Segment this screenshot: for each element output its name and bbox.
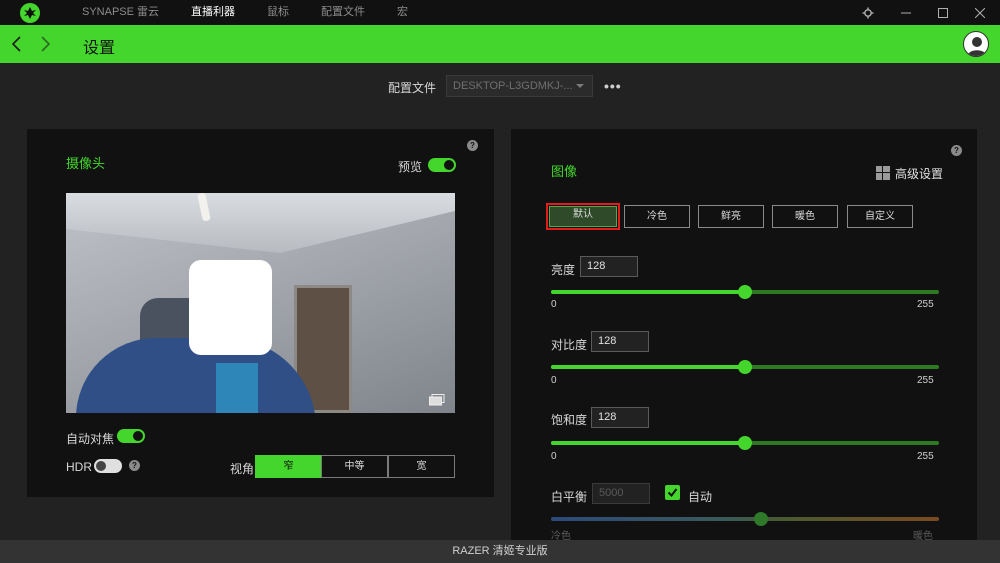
- nav-macros[interactable]: 宏: [397, 0, 408, 25]
- white-balance-label: 白平衡: [551, 490, 588, 504]
- gear-icon[interactable]: [855, 0, 881, 25]
- saturation-input[interactable]: 128: [591, 407, 649, 428]
- autofocus-label: 自动对焦: [66, 432, 115, 446]
- brightness-max: 255: [917, 299, 934, 310]
- preset-cool-button[interactable]: 冷色: [624, 205, 690, 228]
- preset-warm-button[interactable]: 暖色: [772, 205, 838, 228]
- nav-streaming[interactable]: 直播利器: [191, 0, 235, 25]
- profile-dropdown-value: DESKTOP-L3GDMKJ-...: [453, 80, 573, 92]
- slider-thumb: [754, 512, 768, 526]
- fov-narrow-button[interactable]: 窄: [255, 455, 322, 478]
- slider-thumb[interactable]: [738, 436, 752, 450]
- hdr-toggle[interactable]: [94, 459, 122, 473]
- razer-logo-icon[interactable]: [20, 3, 40, 23]
- checkmark-icon: [667, 488, 678, 498]
- contrast-min: 0: [551, 375, 557, 386]
- white-balance-auto-label: 自动: [688, 490, 713, 504]
- chevron-down-icon: [576, 84, 584, 88]
- title-bar: SYNAPSE 雷云 直播利器 鼠标 配置文件 宏: [0, 0, 1000, 25]
- fov-label: 视角: [230, 462, 255, 476]
- preset-vivid-button[interactable]: 鲜亮: [698, 205, 764, 228]
- advanced-settings-label: 高级设置: [895, 167, 944, 181]
- autofocus-toggle[interactable]: [117, 429, 145, 443]
- fov-wide-button[interactable]: 宽: [388, 455, 455, 478]
- preview-shirt: [216, 363, 258, 413]
- close-icon[interactable]: [967, 0, 993, 25]
- top-navigation: SYNAPSE 雷云 直播利器 鼠标 配置文件 宏: [82, 0, 440, 25]
- camera-preview: [66, 193, 455, 413]
- camera-help-icon[interactable]: ?: [467, 140, 478, 151]
- brightness-label: 亮度: [551, 263, 576, 277]
- nav-synapse[interactable]: SYNAPSE 雷云: [82, 0, 159, 25]
- windows-icon: [876, 166, 890, 180]
- preset-default-button[interactable]: 默认: [546, 203, 620, 230]
- hdr-label: HDR: [66, 460, 92, 474]
- preview-toggle[interactable]: [428, 158, 456, 172]
- saturation-label: 饱和度: [551, 413, 588, 427]
- nav-mouse[interactable]: 鼠标: [267, 0, 289, 25]
- contrast-slider[interactable]: [551, 360, 939, 374]
- image-title: 图像: [551, 164, 578, 179]
- white-balance-auto-checkbox[interactable]: [665, 485, 680, 500]
- nav-profiles[interactable]: 配置文件: [321, 0, 365, 25]
- user-avatar-icon[interactable]: [963, 31, 989, 57]
- saturation-min: 0: [551, 451, 557, 462]
- slider-track: [551, 517, 939, 521]
- camera-title: 摄像头: [66, 156, 106, 171]
- profile-label: 配置文件: [388, 81, 437, 95]
- fov-medium-button[interactable]: 中等: [321, 455, 388, 478]
- slider-thumb[interactable]: [738, 285, 752, 299]
- slider-thumb[interactable]: [738, 360, 752, 374]
- minimize-icon[interactable]: [893, 0, 919, 25]
- white-balance-slider: [551, 512, 939, 526]
- saturation-max: 255: [917, 451, 934, 462]
- preview-label: 预览: [398, 160, 423, 174]
- slider-fill: [551, 365, 745, 369]
- slider-fill: [551, 441, 745, 445]
- toggle-knob: [444, 160, 454, 170]
- page-title: 设置: [83, 40, 116, 57]
- page-header: 设置: [0, 25, 1000, 63]
- back-arrow-icon[interactable]: [8, 34, 26, 54]
- white-balance-input: 5000: [592, 483, 650, 504]
- maximize-icon[interactable]: [930, 0, 956, 25]
- contrast-label: 对比度: [551, 338, 588, 352]
- footer-device-name: RAZER 清姬专业版: [0, 540, 1000, 563]
- preset-custom-button[interactable]: 自定义: [847, 205, 913, 228]
- hdr-help-icon[interactable]: ?: [129, 460, 140, 471]
- more-options-icon[interactable]: •••: [604, 78, 622, 94]
- app-window: SYNAPSE 雷云 直播利器 鼠标 配置文件 宏 设置 配置文件 DESKTO…: [0, 0, 1000, 563]
- fullscreen-icon[interactable]: [429, 393, 445, 406]
- brightness-min: 0: [551, 299, 557, 310]
- slider-fill: [551, 290, 745, 294]
- image-help-icon[interactable]: ?: [951, 145, 962, 156]
- saturation-slider[interactable]: [551, 436, 939, 450]
- forward-arrow-icon[interactable]: [36, 34, 54, 54]
- brightness-slider[interactable]: [551, 285, 939, 299]
- profile-dropdown[interactable]: DESKTOP-L3GDMKJ-...: [446, 75, 593, 97]
- contrast-input[interactable]: 128: [591, 331, 649, 352]
- toggle-knob: [96, 461, 106, 471]
- toggle-knob: [133, 431, 143, 441]
- preset-default-label: 默认: [549, 206, 617, 227]
- preview-face-redaction: [189, 260, 272, 355]
- brightness-input[interactable]: 128: [580, 256, 638, 277]
- contrast-max: 255: [917, 375, 934, 386]
